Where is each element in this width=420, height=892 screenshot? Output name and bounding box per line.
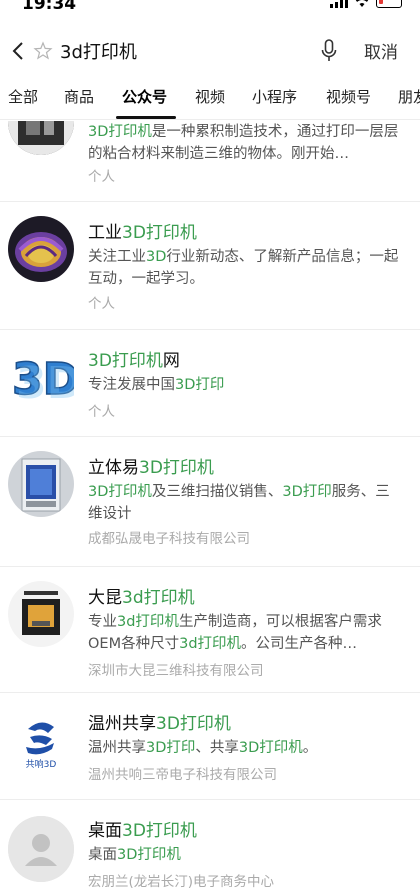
microphone-icon[interactable] [318, 38, 340, 64]
keyword-highlight: 3D打印机 [156, 714, 231, 734]
result-owner: 个人 [88, 169, 115, 185]
result-title: 大昆3d打印机 [88, 583, 195, 608]
result-item[interactable]: 3D打印机是一种累积制造技术，通过打印一层层的粘合材料来制造三维的物体。刚开始…… [0, 121, 420, 197]
keyword-highlight: 3d打印机 [179, 636, 242, 652]
account-avatar [8, 216, 74, 282]
tab-products[interactable]: 商品 [64, 86, 94, 107]
text-segment: 立体易 [88, 458, 139, 478]
keyword-highlight: 3D打印机 [238, 740, 303, 756]
account-avatar: 3D 3D [8, 342, 83, 409]
status-time: 19:34 [22, 0, 77, 14]
result-item[interactable]: 大昆3d打印机 专业3d打印机生产制造商，可以根据客户需求OEM各种尺寸3d打印… [0, 567, 420, 693]
result-description: 温州共享3D打印、共享3D打印机。 [88, 737, 400, 759]
keyword-highlight: 3D打印机 [122, 821, 197, 841]
result-description: 关注工业3D行业新动态、了解新产品信息；一起互动，一起学习。 [88, 246, 400, 290]
text-segment: 关注工业 [88, 249, 146, 265]
keyword-highlight: 3D打印机 [88, 351, 163, 371]
search-input[interactable] [60, 38, 300, 64]
tab-official-accounts[interactable]: 公众号 [122, 86, 167, 107]
keyword-highlight: 3D打印 [146, 740, 196, 756]
text-segment: 工业 [88, 223, 122, 243]
account-avatar: 共响3D [8, 707, 74, 773]
text-segment: 。 [302, 740, 318, 756]
text-segment: 温州共享 [88, 714, 156, 734]
result-item[interactable]: 工业3D打印机 关注工业3D行业新动态、了解新产品信息；一起互动，一起学习。 个… [0, 202, 420, 328]
active-tab-indicator [116, 116, 176, 119]
keyword-highlight: 3D打印机 [117, 847, 181, 863]
status-icons [330, 0, 402, 8]
result-description: 3D打印机及三维扫描仪销售、3D打印服务、三维设计 [88, 481, 400, 525]
keyword-highlight: 3D打印 [282, 484, 332, 500]
result-owner: 个人 [88, 404, 115, 420]
text-segment: 专业 [88, 614, 117, 630]
result-owner: 个人 [88, 296, 115, 312]
keyword-highlight: 3D打印机 [122, 223, 197, 243]
text-segment: 、共享 [195, 740, 239, 756]
result-item[interactable]: 3D 3D 3D打印机网 专注发展中国3D打印 个人 [0, 330, 420, 436]
account-avatar [8, 581, 74, 647]
wifi-icon [355, 0, 369, 7]
result-title: 工业3D打印机 [88, 218, 197, 243]
result-item[interactable]: 共响3D 温州共享3D打印机 温州共享3D打印、共享3D打印机。 温州共响三帝电… [0, 693, 420, 799]
account-avatar [8, 121, 74, 155]
battery-icon [376, 0, 402, 8]
star-icon[interactable] [32, 40, 54, 62]
status-bar: 19:34 [0, 0, 420, 14]
result-owner: 宏朋兰(龙岩长汀)电子商务中心 [88, 874, 275, 890]
result-title: 3D打印机网 [88, 346, 180, 371]
results-list: 3D打印机是一种累积制造技术，通过打印一层层的粘合材料来制造三维的物体。刚开始…… [0, 121, 420, 892]
tab-channels[interactable]: 视频号 [326, 86, 371, 107]
keyword-highlight: 3D打印机 [139, 458, 214, 478]
result-description: 桌面3D打印机 [88, 844, 400, 866]
result-item[interactable]: 立体易3D打印机 3D打印机及三维扫描仪销售、3D打印服务、三维设计 成都弘晟电… [0, 437, 420, 563]
keyword-highlight: 3D [146, 249, 167, 265]
text-segment: 及三维扫描仪销售、 [151, 484, 283, 500]
result-owner: 深圳市大昆三维科技有限公司 [88, 663, 264, 679]
filter-tabs: 全部 商品 公众号 视频 小程序 视频号 朋友 [0, 78, 420, 120]
account-avatar [8, 451, 74, 517]
back-arrow-icon[interactable] [8, 38, 28, 64]
tab-videos[interactable]: 视频 [195, 86, 225, 107]
keyword-highlight: 3D打印机 [88, 484, 152, 500]
text-segment: 大昆 [88, 588, 122, 608]
result-title: 桌面3D打印机 [88, 816, 197, 841]
keyword-highlight: 3D打印 [175, 377, 225, 393]
text-segment: 网 [162, 351, 180, 371]
result-owner: 温州共响三帝电子科技有限公司 [88, 767, 277, 783]
result-owner: 成都弘晟电子科技有限公司 [88, 531, 250, 547]
text-segment: 桌面 [88, 821, 122, 841]
text-segment: 。公司生产各种… [241, 636, 358, 652]
result-item[interactable]: 桌面3D打印机 桌面3D打印机 宏朋兰(龙岩长汀)电子商务中心 [0, 800, 420, 892]
result-description: 专业3d打印机生产制造商，可以根据客户需求OEM各种尺寸3d打印机。公司生产各种… [88, 611, 400, 655]
search-bar: 取消 [0, 30, 420, 74]
result-description: 3D打印机是一种累积制造技术，通过打印一层层的粘合材料来制造三维的物体。刚开始… [88, 121, 400, 165]
tab-mini-programs[interactable]: 小程序 [252, 86, 297, 107]
tab-all[interactable]: 全部 [8, 86, 38, 107]
text-segment: 温州共享 [88, 740, 146, 756]
text-segment: 专注发展中国 [88, 377, 175, 393]
signal-icon [330, 0, 348, 8]
cancel-button[interactable]: 取消 [364, 38, 398, 63]
result-title: 温州共享3D打印机 [88, 709, 231, 734]
svg-text:3D: 3D [16, 358, 74, 408]
keyword-highlight: 3d打印机 [122, 588, 195, 608]
account-avatar [8, 816, 74, 882]
result-description: 专注发展中国3D打印 [88, 374, 400, 396]
keyword-highlight: 3d打印机 [117, 614, 179, 630]
logo-wordmark: 共响3D [26, 758, 57, 770]
keyword-highlight: 3D打印机 [88, 124, 152, 140]
text-segment: 桌面 [88, 847, 117, 863]
tab-moments[interactable]: 朋友 [398, 86, 420, 107]
result-title: 立体易3D打印机 [88, 453, 214, 478]
